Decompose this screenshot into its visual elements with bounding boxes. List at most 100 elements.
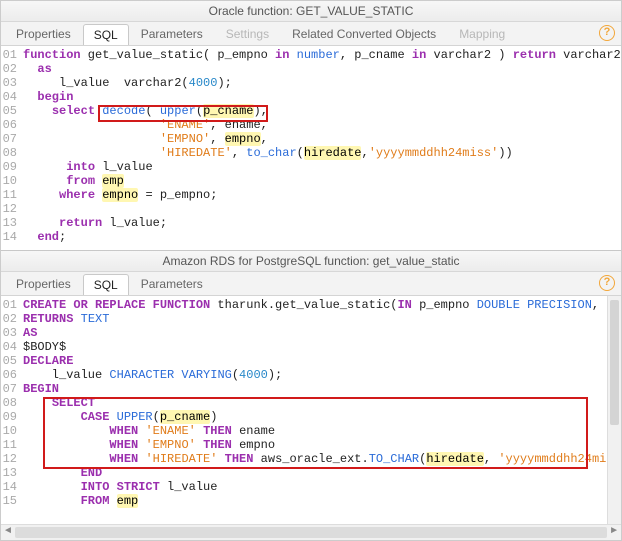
code-line: 12 <box>1 202 621 216</box>
code-line: 14 INTO STRICT l_value <box>1 480 621 494</box>
line-number: 12 <box>1 202 23 216</box>
line-number: 07 <box>1 382 23 396</box>
scrollbar-thumb-h[interactable] <box>15 527 607 538</box>
code-line: 14 end; <box>1 230 621 244</box>
line-number: 03 <box>1 76 23 90</box>
line-code: into l_value <box>23 160 621 174</box>
line-code: AS <box>23 326 621 340</box>
line-number: 13 <box>1 466 23 480</box>
line-number: 10 <box>1 424 23 438</box>
code-line: 01CREATE OR REPLACE FUNCTION tharunk.get… <box>1 298 621 312</box>
line-code: DECLARE <box>23 354 621 368</box>
oracle-code-area[interactable]: 01function get_value_static( p_empno in … <box>1 46 621 250</box>
line-number: 01 <box>1 48 23 62</box>
postgres-title: Amazon RDS for PostgreSQL function: get_… <box>1 251 621 272</box>
oracle-pane: Oracle function: GET_VALUE_STATIC Proper… <box>1 1 621 251</box>
scrollbar-vertical[interactable] <box>607 296 621 524</box>
help-icon[interactable]: ? <box>599 25 615 41</box>
code-line: 08 SELECT <box>1 396 621 410</box>
line-number: 15 <box>1 494 23 508</box>
line-code: 'EMPNO', empno, <box>23 132 621 146</box>
code-line: 11 where empno = p_empno; <box>1 188 621 202</box>
code-line: 09 CASE UPPER(p_cname) <box>1 410 621 424</box>
line-number: 08 <box>1 146 23 160</box>
code-line: 13 return l_value; <box>1 216 621 230</box>
line-number: 08 <box>1 396 23 410</box>
line-number: 14 <box>1 230 23 244</box>
line-code <box>23 202 621 216</box>
line-number: 11 <box>1 188 23 202</box>
line-number: 02 <box>1 62 23 76</box>
line-code: l_value varchar2(4000); <box>23 76 621 90</box>
line-number: 14 <box>1 480 23 494</box>
postgres-tab-row: Properties SQL Parameters ? <box>1 272 621 296</box>
line-code: $BODY$ <box>23 340 621 354</box>
code-line: 06 l_value CHARACTER VARYING(4000); <box>1 368 621 382</box>
code-line: 07 'EMPNO', empno, <box>1 132 621 146</box>
line-code: where empno = p_empno; <box>23 188 621 202</box>
line-code: function get_value_static( p_empno in nu… <box>23 48 621 62</box>
tab-sql-pg[interactable]: SQL <box>83 274 129 295</box>
line-number: 10 <box>1 174 23 188</box>
tab-parameters[interactable]: Parameters <box>130 23 214 44</box>
code-line: 08 'HIREDATE', to_char(hiredate,'yyyymmd… <box>1 146 621 160</box>
line-number: 04 <box>1 90 23 104</box>
line-code: return l_value; <box>23 216 621 230</box>
code-line: 10 from emp <box>1 174 621 188</box>
code-line: 02 as <box>1 62 621 76</box>
code-line: 05DECLARE <box>1 354 621 368</box>
oracle-code-content: 01function get_value_static( p_empno in … <box>1 46 621 246</box>
scrollbar-horizontal[interactable] <box>1 524 621 540</box>
line-code: l_value CHARACTER VARYING(4000); <box>23 368 621 382</box>
code-line: 15 FROM emp <box>1 494 621 508</box>
help-icon-pg[interactable]: ? <box>599 275 615 291</box>
line-code: SELECT <box>23 396 621 410</box>
line-code: WHEN 'EMPNO' THEN empno <box>23 438 621 452</box>
postgres-code-content: 01CREATE OR REPLACE FUNCTION tharunk.get… <box>1 296 621 510</box>
code-line: 03AS <box>1 326 621 340</box>
code-line: 02RETURNS TEXT <box>1 312 621 326</box>
line-code: begin <box>23 90 621 104</box>
line-code: select decode( upper(p_cname), <box>23 104 621 118</box>
line-code: WHEN 'ENAME' THEN ename <box>23 424 621 438</box>
tab-parameters-pg[interactable]: Parameters <box>130 273 214 294</box>
code-line: 04 begin <box>1 90 621 104</box>
line-code: CREATE OR REPLACE FUNCTION tharunk.get_v… <box>23 298 621 312</box>
line-code: 'HIREDATE', to_char(hiredate,'yyyymmddhh… <box>23 146 621 160</box>
code-line: 05 select decode( upper(p_cname), <box>1 104 621 118</box>
postgres-code-area[interactable]: 01CREATE OR REPLACE FUNCTION tharunk.get… <box>1 296 621 524</box>
line-code: RETURNS TEXT <box>23 312 621 326</box>
line-number: 12 <box>1 452 23 466</box>
line-code: as <box>23 62 621 76</box>
line-code: FROM emp <box>23 494 621 508</box>
tab-properties[interactable]: Properties <box>5 23 82 44</box>
line-code: 'ENAME', ename, <box>23 118 621 132</box>
tab-sql[interactable]: SQL <box>83 24 129 45</box>
line-number: 02 <box>1 312 23 326</box>
line-number: 09 <box>1 410 23 424</box>
postgres-pane: Amazon RDS for PostgreSQL function: get_… <box>1 251 621 540</box>
tab-settings: Settings <box>215 23 280 44</box>
line-code: INTO STRICT l_value <box>23 480 621 494</box>
code-line: 10 WHEN 'ENAME' THEN ename <box>1 424 621 438</box>
line-code: BEGIN <box>23 382 621 396</box>
scrollbar-thumb-v[interactable] <box>610 300 619 425</box>
code-line: 09 into l_value <box>1 160 621 174</box>
code-line: 11 WHEN 'EMPNO' THEN empno <box>1 438 621 452</box>
line-number: 13 <box>1 216 23 230</box>
tab-related[interactable]: Related Converted Objects <box>281 23 447 44</box>
tab-properties-pg[interactable]: Properties <box>5 273 82 294</box>
line-number: 03 <box>1 326 23 340</box>
code-line: 06 'ENAME', ename, <box>1 118 621 132</box>
code-line: 13 END <box>1 466 621 480</box>
oracle-tab-row: Properties SQL Parameters Settings Relat… <box>1 22 621 46</box>
code-line: 01function get_value_static( p_empno in … <box>1 48 621 62</box>
line-number: 09 <box>1 160 23 174</box>
line-code: END <box>23 466 621 480</box>
line-number: 05 <box>1 354 23 368</box>
line-number: 11 <box>1 438 23 452</box>
line-number: 04 <box>1 340 23 354</box>
line-code: end; <box>23 230 621 244</box>
line-number: 07 <box>1 132 23 146</box>
tab-mapping: Mapping <box>448 23 516 44</box>
